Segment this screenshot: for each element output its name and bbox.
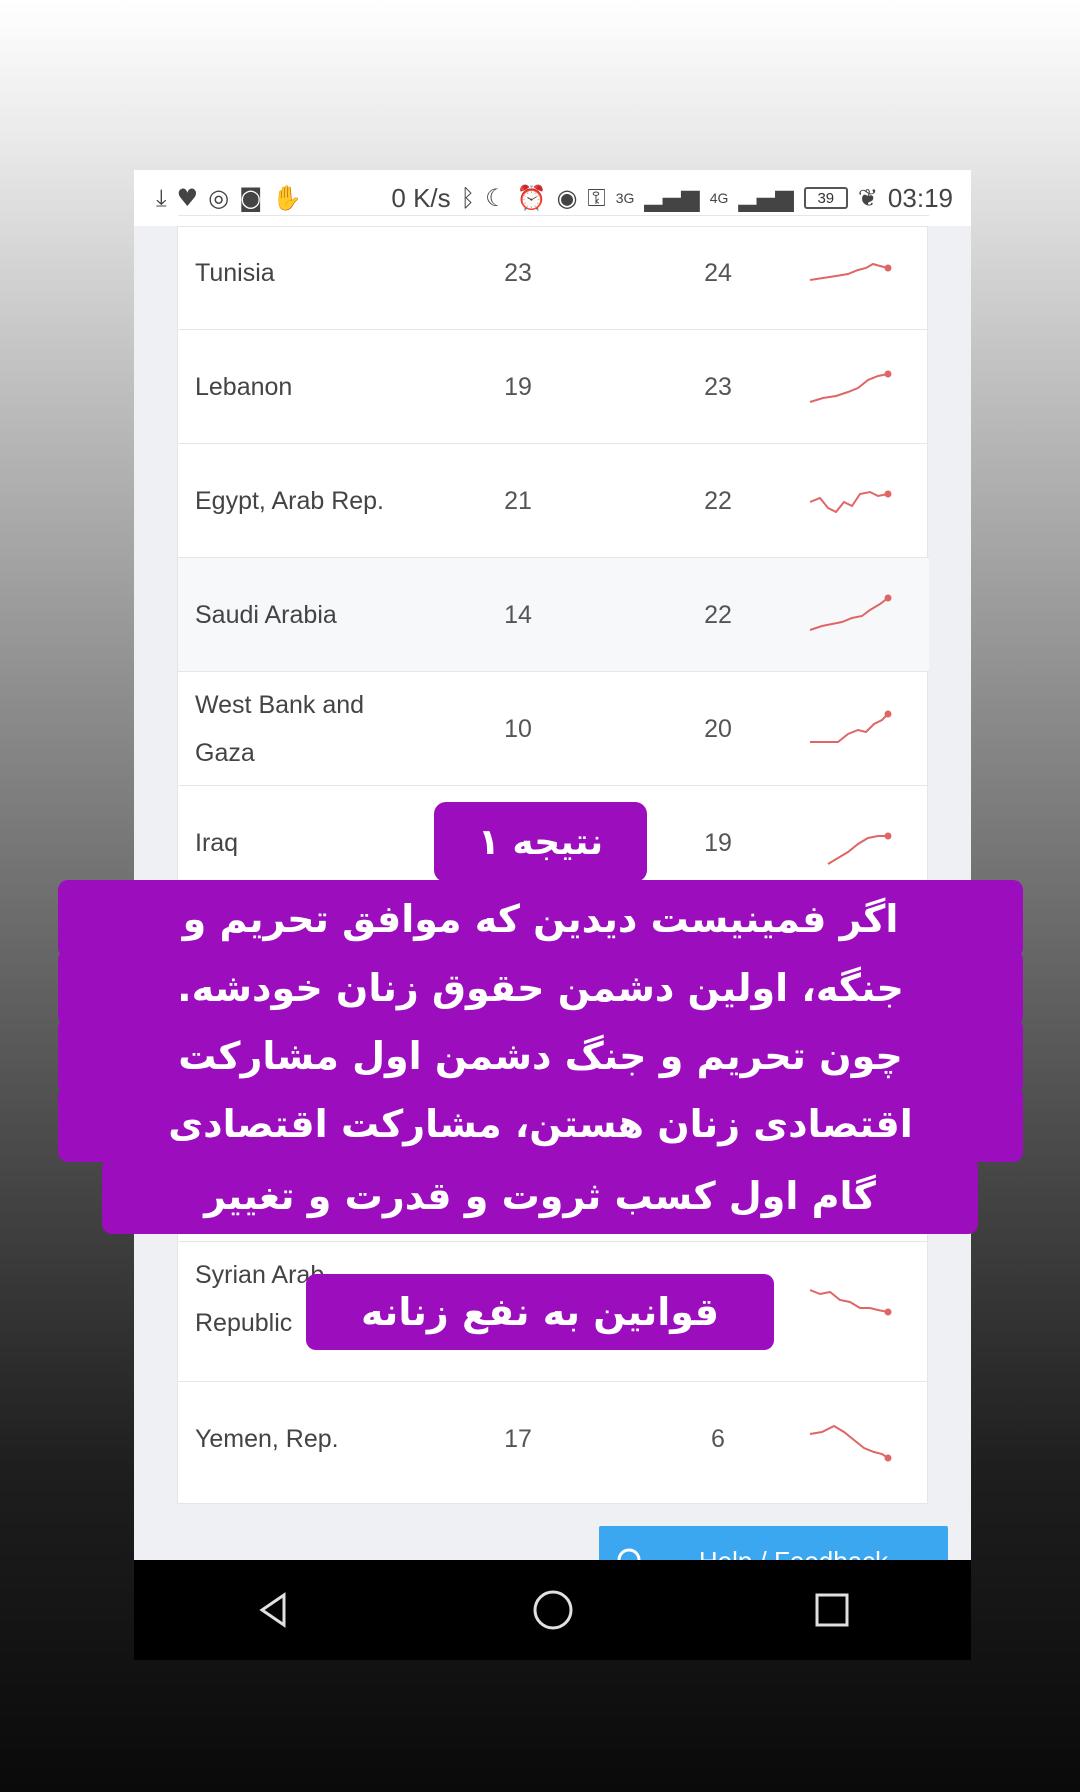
network-4g-label: 4G — [709, 190, 729, 206]
country-name: West Bank and Gaza — [195, 691, 365, 767]
value-cell: 20 — [704, 714, 732, 743]
signal-icon: ▂▄▆ — [644, 184, 700, 212]
country-name: Egypt, Arab Rep. — [195, 487, 385, 515]
country-name: Yemen, Rep. — [195, 1425, 339, 1453]
sparkline-chart — [809, 490, 892, 514]
table-row[interactable]: West Bank and Gaza 10 20 — [178, 671, 929, 785]
bluetooth-icon: ᛒ — [460, 184, 476, 212]
sparkline-chart — [809, 594, 892, 631]
sparkline-chart — [810, 710, 892, 743]
signal-icon: ▂▄▆ — [738, 184, 794, 212]
recents-button[interactable] — [802, 1580, 862, 1640]
caption-line: گام اول کسب ثروت و قدرت و تغییر — [102, 1158, 978, 1234]
value-cell: 22 — [704, 600, 732, 629]
value-cell: 6 — [711, 1424, 725, 1453]
country-name: Saudi Arabia — [195, 601, 337, 629]
network-3g-label: 3G — [615, 190, 635, 206]
moon-icon: ☾ — [485, 184, 507, 212]
home-button[interactable] — [523, 1580, 583, 1640]
sparkline-chart — [809, 262, 892, 281]
sparkline-chart — [809, 1289, 892, 1316]
value-cell: 17 — [504, 1424, 532, 1453]
sparkline-chart — [827, 832, 892, 865]
recents-square-icon — [815, 1593, 848, 1627]
value-cell: 10 — [504, 714, 532, 743]
back-triangle-icon — [258, 1592, 285, 1628]
country-name: Tunisia — [195, 259, 275, 287]
clock: 03:19 — [887, 182, 953, 213]
instagram-icon: ◙ — [239, 184, 263, 212]
value-cell: 19 — [504, 372, 532, 401]
caption-title: نتیجه ۱ — [434, 802, 647, 882]
table-row[interactable]: Egypt, Arab Rep. 21 22 — [178, 443, 929, 557]
notification-icons: ⤓ ♥ ◎ ◙ ✋ — [156, 186, 302, 210]
caption-line: چون تحریم و جنگ دشمن اول مشارکت — [58, 1018, 1023, 1094]
table-row[interactable]: Tunisia 23 24 — [178, 215, 929, 329]
key-icon: ⚿ — [587, 184, 606, 212]
download-icon: ⤓ — [156, 184, 167, 212]
network-speed: 0 K/s — [391, 182, 451, 213]
sparkline-chart — [809, 370, 892, 403]
table-row[interactable]: Saudi Arabia 14 22 — [178, 557, 929, 671]
navigation-bar — [134, 1560, 971, 1660]
home-circle-icon — [533, 1590, 572, 1630]
back-button[interactable] — [244, 1580, 304, 1640]
eye-icon: ◉ — [556, 184, 578, 212]
value-cell: 21 — [504, 486, 532, 515]
battery-icon: 39 — [803, 187, 848, 209]
table-row[interactable]: Yemen, Rep. 17 6 — [178, 1381, 929, 1495]
heart-rate-icon: ♥ — [176, 184, 199, 212]
caption-line: جنگه، اولین دشمن حقوق زنان خودشه. — [58, 950, 1023, 1026]
value-cell: 14 — [504, 600, 532, 629]
table-row[interactable]: Lebanon 19 23 — [178, 329, 929, 443]
alarm-icon: ⏰ — [516, 184, 547, 212]
value-cell: 24 — [704, 258, 732, 287]
caption-line: اقتصادی زنان هستن، مشارکت اقتصادی — [58, 1086, 1023, 1162]
system-icons: 0 K/s ᛒ ☾ ⏰ ◉ ⚿ 3G ▂▄▆ 4G ▂▄▆ 39 ❦ 03:19 — [391, 183, 953, 214]
whatsapp-icon: ◎ — [208, 184, 230, 212]
value-cell: 22 — [704, 486, 732, 515]
leaf-icon: ❦ — [857, 184, 878, 212]
value-cell: 23 — [704, 372, 732, 401]
caption-line: اگر فمینیست دیدین که موافق تحریم و — [58, 880, 1023, 958]
hand-icon: ✋ — [272, 184, 303, 212]
country-name: Lebanon — [195, 373, 293, 401]
caption-line: قوانین به نفع زنانه — [306, 1274, 774, 1350]
value-cell: 23 — [504, 258, 532, 287]
sparkline-chart — [809, 1424, 892, 1462]
